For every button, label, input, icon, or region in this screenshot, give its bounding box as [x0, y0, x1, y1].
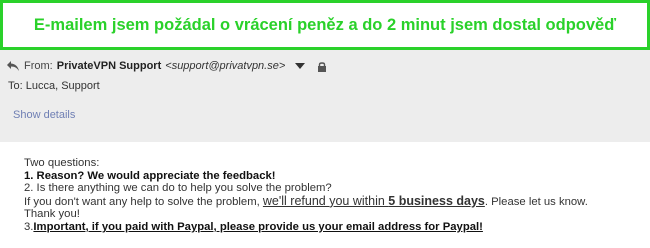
caption-banner: E-mailem jsem požádal o vrácení peněz a …: [0, 0, 650, 50]
refund-suffix: . Please let us know.: [484, 195, 588, 208]
body-line-reason: 1. Reason? We would appreciate the feedb…: [24, 169, 276, 182]
chevron-down-icon[interactable]: [295, 62, 306, 70]
from-row: From: PrivateVPN Support <support@privat…: [6, 58, 327, 74]
sender-email[interactable]: <support@privatvpn.se>: [165, 60, 285, 72]
body-line-thanks: Thank you!: [24, 208, 80, 221]
email-body: Two questions: 1. Reason? We would appre…: [24, 157, 644, 234]
sender-name[interactable]: PrivateVPN Support: [57, 60, 162, 72]
refund-prefix: If you don't want any help to solve the …: [24, 195, 263, 208]
body-line-paypal: 3.Important, if you paid with Paypal, pl…: [24, 221, 644, 234]
paypal-number: 3.: [24, 220, 34, 233]
refund-text: we'll refund you within: [262, 193, 389, 208]
refund-days: 5 business days: [388, 193, 485, 208]
lock-icon: [318, 61, 327, 72]
caption-text: E-mailem jsem požádal o vrácení peněz a …: [33, 15, 617, 34]
body-line-intro: Two questions:: [24, 157, 100, 169]
to-row: To: Lucca, Support: [8, 80, 100, 92]
reply-icon[interactable]: [6, 60, 20, 72]
from-label: From:: [24, 60, 53, 72]
refund-highlight: we'll refund you within 5 business days: [263, 194, 485, 208]
body-line-refund: If you don't want any help to solve the …: [24, 194, 644, 209]
paypal-text: Important, if you paid with Paypal, plea…: [33, 220, 483, 233]
show-details-link[interactable]: Show details: [13, 109, 75, 121]
